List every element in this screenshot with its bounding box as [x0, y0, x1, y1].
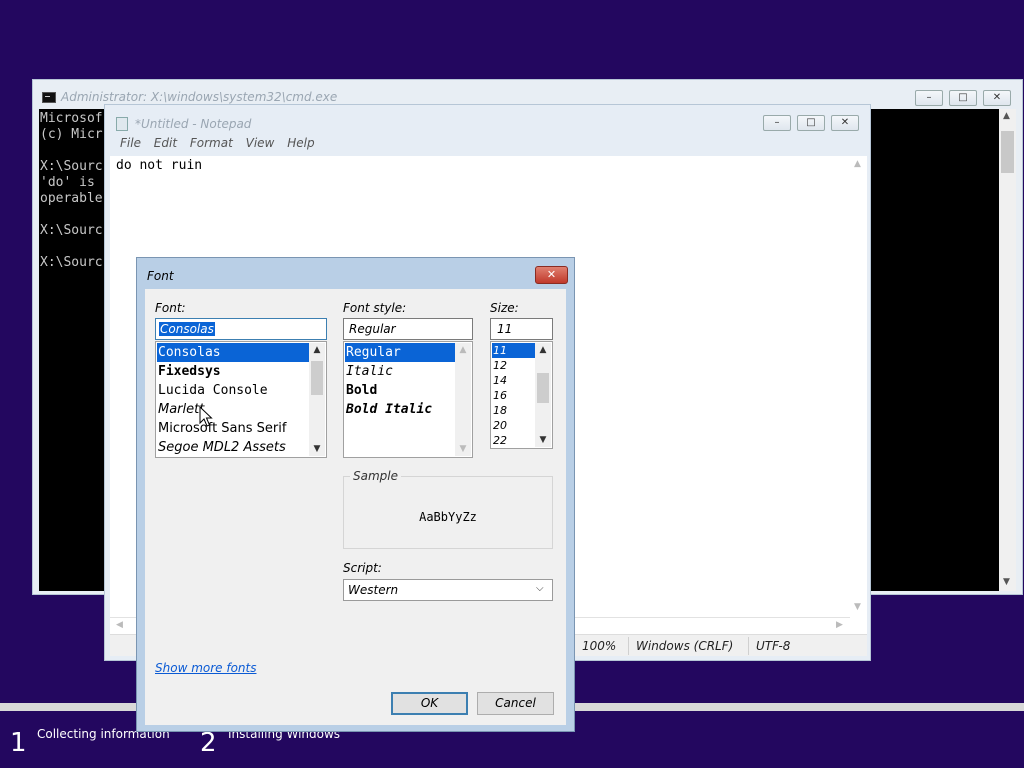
sample-label: Sample: [350, 469, 401, 483]
minimize-button[interactable]: –: [915, 90, 943, 106]
scroll-right-icon[interactable]: ▶: [836, 620, 843, 630]
font-list[interactable]: Segoe MDL2 Assets Microsoft Sans Serif Mar…: [155, 341, 327, 458]
size-label: Size:: [490, 301, 519, 315]
size-list-item[interactable]: 18: [492, 403, 536, 418]
size-list[interactable]: 22 20 18 16 14 12 11 ▲ ▼: [490, 341, 553, 449]
cmd-title: Administrator: X:\windows\system32\cmd.e…: [61, 90, 338, 104]
menu-edit[interactable]: Edit: [154, 136, 177, 150]
scroll-down-icon[interactable]: ▼: [309, 442, 325, 456]
dialog-close-button[interactable]: ✕: [535, 266, 568, 284]
scroll-up-icon[interactable]: ▲: [1003, 111, 1010, 121]
size-value: 11: [497, 322, 513, 336]
font-label: Font:: [155, 301, 186, 315]
size-list-item[interactable]: 14: [492, 373, 536, 388]
ok-button[interactable]: OK: [391, 692, 468, 715]
font-name-input[interactable]: Consolas: [155, 318, 327, 340]
setup-step-2-number: 2: [200, 728, 217, 758]
scroll-down-icon[interactable]: ▼: [455, 442, 471, 456]
size-list-item[interactable]: 22: [492, 433, 536, 448]
font-dialog-title: Font: [147, 269, 174, 283]
font-style-scrollbar[interactable]: ▲ ▼: [455, 343, 471, 456]
minimize-button[interactable]: –: [763, 115, 791, 131]
size-list-item[interactable]: 20: [492, 418, 536, 433]
font-style-label: Font style:: [343, 301, 407, 315]
status-zoom: 100%: [582, 639, 617, 653]
dialog-body: Font: Consolas Segoe MDL2 Assets Microsof…: [145, 289, 566, 725]
sample-group: Sample AaBbYyZz: [343, 469, 553, 549]
size-list-item[interactable]: 12: [492, 358, 536, 373]
editor-vertical-scrollbar[interactable]: ▲ ▼: [850, 156, 867, 617]
close-icon: ✕: [992, 92, 1002, 103]
script-label: Script:: [343, 561, 382, 575]
maximize-button[interactable]: □: [797, 115, 825, 131]
font-list-item[interactable]: Lucida Console: [157, 381, 310, 400]
size-list-item[interactable]: 11: [492, 343, 536, 358]
editor-text: do not ruin: [116, 158, 203, 173]
font-style-input[interactable]: Regular: [343, 318, 473, 340]
size-list-item[interactable]: 16: [492, 388, 536, 403]
minimize-icon: –: [926, 92, 932, 103]
cancel-button[interactable]: Cancel: [477, 692, 554, 715]
show-more-fonts-link[interactable]: Show more fonts: [155, 661, 256, 675]
scroll-up-icon[interactable]: ▲: [455, 343, 471, 357]
font-list-item[interactable]: Microsoft Sans Serif: [157, 419, 310, 438]
minimize-icon: –: [774, 117, 780, 128]
maximize-icon: □: [806, 117, 816, 128]
close-button[interactable]: ✕: [983, 90, 1011, 106]
size-input[interactable]: 11: [490, 318, 553, 340]
menu-file[interactable]: File: [120, 136, 141, 150]
close-icon: ✕: [840, 117, 850, 128]
notepad-icon: [116, 117, 128, 131]
scroll-corner: [850, 617, 867, 634]
scroll-down-icon[interactable]: ▼: [1003, 577, 1010, 587]
notepad-title: *Untitled - Notepad: [135, 117, 252, 131]
scroll-down-icon[interactable]: ▼: [854, 602, 861, 612]
menu-view[interactable]: View: [246, 136, 275, 150]
font-style-list-item[interactable]: Italic: [345, 362, 456, 381]
font-list-item[interactable]: Marlett: [157, 400, 310, 419]
menu-help[interactable]: Help: [287, 136, 314, 150]
font-style-value: Regular: [349, 322, 396, 336]
size-list-scrollbar[interactable]: ▲ ▼: [535, 343, 551, 447]
font-style-list-item[interactable]: Regular: [345, 343, 456, 362]
setup-step-1-number: 1: [10, 728, 27, 758]
font-dialog[interactable]: Font ✕ Font: Consolas Segoe MDL2 Assets M…: [136, 257, 575, 732]
close-button[interactable]: ✕: [831, 115, 859, 131]
scroll-left-icon[interactable]: ◀: [116, 620, 123, 630]
font-list-scrollbar[interactable]: ▲ ▼: [309, 343, 325, 456]
menu-format[interactable]: Format: [190, 136, 233, 150]
font-list-item[interactable]: Fixedsys: [157, 362, 310, 381]
font-list-item[interactable]: Consolas: [157, 343, 310, 362]
sample-text: AaBbYyZz: [419, 510, 477, 524]
font-name-value: Consolas: [159, 322, 215, 336]
mouse-cursor-icon: [199, 406, 213, 427]
font-style-list[interactable]: Bold Italic Bold Italic Regular ▲ ▼: [343, 341, 473, 458]
scroll-up-icon[interactable]: ▲: [309, 343, 325, 357]
font-list-item[interactable]: Segoe MDL2 Assets: [157, 438, 310, 457]
scroll-down-icon[interactable]: ▼: [535, 433, 551, 447]
close-icon: ✕: [546, 268, 557, 281]
scroll-up-icon[interactable]: ▲: [854, 159, 861, 169]
cmd-scroll-thumb[interactable]: [1001, 131, 1014, 173]
maximize-icon: □: [958, 92, 968, 103]
menu-bar: File Edit Format View Help: [111, 136, 315, 156]
font-list-scroll-thumb[interactable]: [311, 361, 323, 395]
scroll-up-icon[interactable]: ▲: [535, 343, 551, 357]
cmd-icon: [42, 92, 56, 103]
maximize-button[interactable]: □: [949, 90, 977, 106]
script-value: Western: [348, 583, 399, 597]
font-style-list-item[interactable]: Bold: [345, 381, 456, 400]
size-list-scroll-thumb[interactable]: [537, 373, 549, 403]
status-encoding: UTF-8: [756, 639, 791, 653]
cmd-scrollbar[interactable]: ▲ ▼: [999, 109, 1016, 591]
font-style-list-item[interactable]: Bold Italic: [345, 400, 456, 419]
script-select[interactable]: Western ⌵: [343, 579, 553, 601]
chevron-down-icon: ⌵: [536, 583, 544, 594]
status-line-ending: Windows (CRLF): [636, 639, 734, 653]
